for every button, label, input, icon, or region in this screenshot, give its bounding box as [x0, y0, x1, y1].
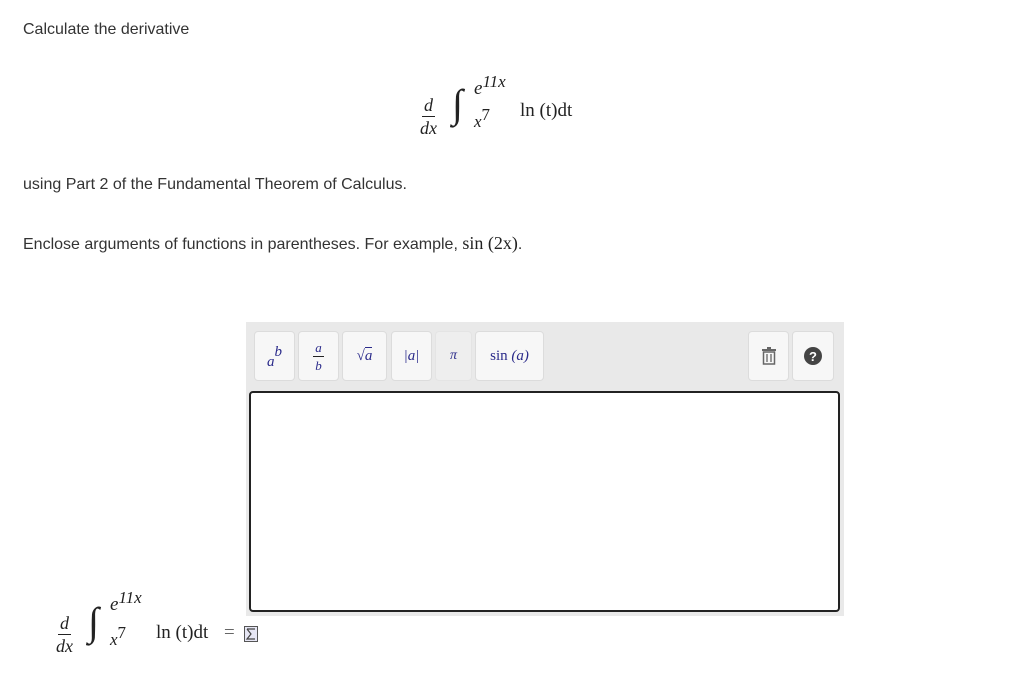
clear-button[interactable] [748, 331, 789, 381]
equals-sign: = [224, 622, 235, 643]
upper-limit: e11x [474, 72, 506, 99]
integrand: ln (t)dt [520, 100, 573, 121]
fraction-button[interactable]: a b [298, 331, 339, 381]
power-button[interactable]: ab [254, 331, 295, 381]
help-icon: ? [804, 347, 822, 365]
pi-button[interactable]: π [435, 331, 472, 381]
answer-lower-limit: x7 [110, 623, 127, 649]
dx-denominator: dx [420, 118, 437, 138]
prompt-method: using Part 2 of the Fundamental Theorem … [23, 176, 407, 193]
sqrt-icon: √ [356, 347, 365, 364]
answer-integral-sign-icon: ∫ [88, 599, 99, 644]
d-numerator: d [422, 95, 435, 117]
sin-button[interactable]: sin (a) [475, 331, 544, 381]
trash-icon [761, 347, 776, 365]
instructions-text: Enclose arguments of functions in parent… [23, 236, 463, 253]
integral-sign-icon: ∫ [452, 81, 463, 126]
answer-integrand: ln (t)dt [156, 622, 209, 643]
d-dx-fraction: d dx [420, 96, 437, 137]
answer-expression: d dx ∫ e11x x7 ln (t)dt = [52, 588, 272, 660]
prompt-heading: Calculate the derivative [23, 21, 190, 38]
answer-editor[interactable] [249, 391, 840, 612]
example-expression: sin (2x) [462, 233, 518, 253]
help-button[interactable]: ? [792, 331, 834, 381]
answer-d-dx-fraction: d dx [56, 613, 73, 656]
sigma-icon [245, 628, 255, 640]
answer-upper-limit: e11x [110, 588, 142, 615]
prompt-instructions: Enclose arguments of functions in parent… [23, 233, 523, 253]
answer-preview-icon[interactable] [244, 626, 258, 642]
sqrt-button[interactable]: √ a [342, 331, 387, 381]
derivative-expression: d dx ∫ e11x x7 ln (t)dt [416, 72, 616, 142]
lower-limit: x7 [474, 105, 491, 131]
absolute-value-button[interactable]: |a| [391, 331, 432, 381]
